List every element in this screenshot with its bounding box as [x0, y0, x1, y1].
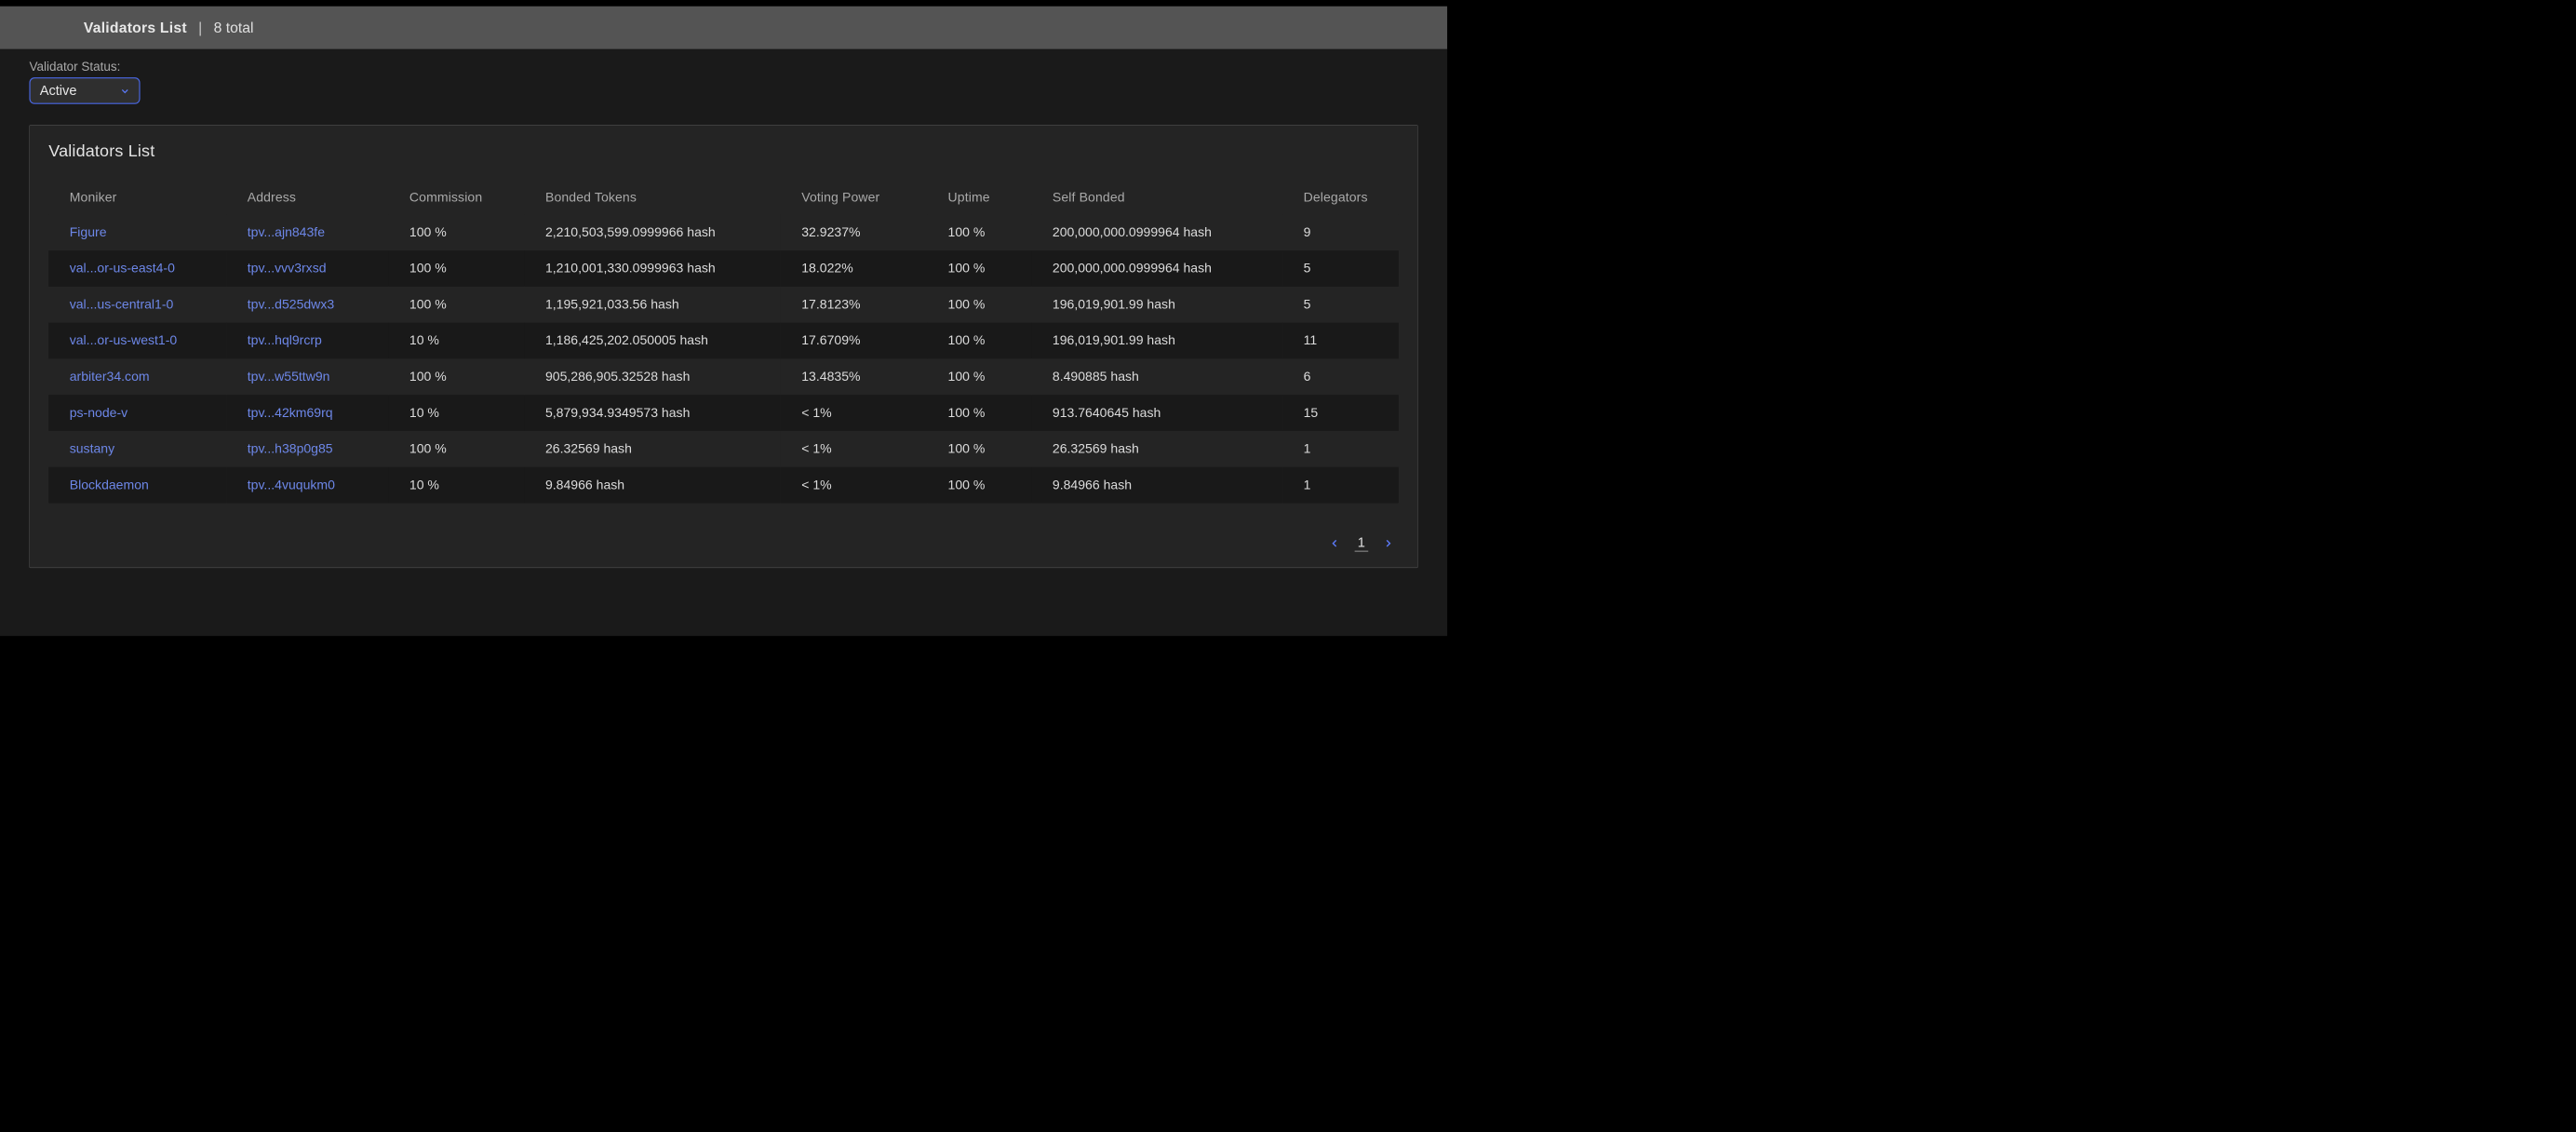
cell-delegators: 1: [1282, 467, 1399, 504]
cell-bonded: 905,286,905.32528 hash: [524, 358, 780, 395]
cell-delegators: 9: [1282, 214, 1399, 250]
moniker-link[interactable]: arbiter34.com: [48, 358, 226, 395]
col-voting[interactable]: Voting Power: [781, 181, 927, 215]
chevron-down-icon: [120, 86, 129, 95]
cell-uptime: 100 %: [927, 250, 1031, 287]
page-next-icon[interactable]: [1383, 538, 1393, 548]
cell-uptime: 100 %: [927, 358, 1031, 395]
col-bonded[interactable]: Bonded Tokens: [524, 181, 780, 215]
cell-uptime: 100 %: [927, 467, 1031, 504]
header-title: Validators List: [84, 20, 187, 36]
cell-voting: 13.4835%: [781, 358, 927, 395]
cell-voting: 17.8123%: [781, 287, 927, 323]
validators-panel: Validators List Moniker Address Commissi…: [29, 125, 1417, 568]
moniker-link[interactable]: val...or-us-west1-0: [48, 323, 226, 359]
cell-commission: 100 %: [388, 431, 524, 467]
col-self[interactable]: Self Bonded: [1031, 181, 1282, 215]
panel-title: Validators List: [48, 142, 1399, 161]
table-row: sustanytpv...h38p0g85100 %26.32569 hash<…: [48, 431, 1399, 467]
address-link[interactable]: tpv...ajn843fe: [226, 214, 388, 250]
cell-self: 196,019,901.99 hash: [1031, 323, 1282, 359]
table-row: arbiter34.comtpv...w55ttw9n100 %905,286,…: [48, 358, 1399, 395]
cell-voting: < 1%: [781, 467, 927, 504]
header-separator: |: [198, 20, 202, 36]
cell-voting: 17.6709%: [781, 323, 927, 359]
cell-bonded: 5,879,934.9349573 hash: [524, 395, 780, 431]
header-count: 8 total: [214, 20, 254, 36]
cell-self: 9.84966 hash: [1031, 467, 1282, 504]
cell-uptime: 100 %: [927, 431, 1031, 467]
cell-delegators: 6: [1282, 358, 1399, 395]
address-link[interactable]: tpv...w55ttw9n: [226, 358, 388, 395]
col-uptime[interactable]: Uptime: [927, 181, 1031, 215]
validators-table: Moniker Address Commission Bonded Tokens…: [48, 181, 1399, 504]
page-header: Validators List | 8 total: [0, 7, 1447, 49]
cell-self: 200,000,000.0999964 hash: [1031, 214, 1282, 250]
cell-commission: 100 %: [388, 287, 524, 323]
cell-delegators: 5: [1282, 250, 1399, 287]
table-row: val...or-us-east4-0tpv...vvv3rxsd100 %1,…: [48, 250, 1399, 287]
cell-bonded: 1,186,425,202.050005 hash: [524, 323, 780, 359]
cell-self: 200,000,000.0999964 hash: [1031, 250, 1282, 287]
cell-commission: 10 %: [388, 467, 524, 504]
cell-delegators: 5: [1282, 287, 1399, 323]
cell-self: 8.490885 hash: [1031, 358, 1282, 395]
table-row: val...us-central1-0tpv...d525dwx3100 %1,…: [48, 287, 1399, 323]
status-select-value: Active: [40, 83, 77, 99]
cell-bonded: 26.32569 hash: [524, 431, 780, 467]
table-row: Blockdaemontpv...4vuqukm010 %9.84966 has…: [48, 467, 1399, 504]
cell-commission: 10 %: [388, 395, 524, 431]
col-commission[interactable]: Commission: [388, 181, 524, 215]
moniker-link[interactable]: Figure: [48, 214, 226, 250]
cell-uptime: 100 %: [927, 287, 1031, 323]
cell-uptime: 100 %: [927, 214, 1031, 250]
page-number[interactable]: 1: [1354, 534, 1368, 552]
cell-bonded: 1,210,001,330.0999963 hash: [524, 250, 780, 287]
address-link[interactable]: tpv...4vuqukm0: [226, 467, 388, 504]
moniker-link[interactable]: Blockdaemon: [48, 467, 226, 504]
moniker-link[interactable]: val...or-us-east4-0: [48, 250, 226, 287]
cell-bonded: 1,195,921,033.56 hash: [524, 287, 780, 323]
table-row: ps-node-vtpv...42km69rq10 %5,879,934.934…: [48, 395, 1399, 431]
page-prev-icon[interactable]: [1329, 538, 1339, 548]
table-row: Figuretpv...ajn843fe100 %2,210,503,599.0…: [48, 214, 1399, 250]
filter-label: Validator Status:: [29, 60, 1417, 74]
cell-self: 26.32569 hash: [1031, 431, 1282, 467]
col-moniker[interactable]: Moniker: [48, 181, 226, 215]
cell-delegators: 1: [1282, 431, 1399, 467]
pager: 1: [48, 534, 1399, 552]
cell-commission: 10 %: [388, 323, 524, 359]
address-link[interactable]: tpv...hql9rcrp: [226, 323, 388, 359]
address-link[interactable]: tpv...d525dwx3: [226, 287, 388, 323]
moniker-link[interactable]: sustany: [48, 431, 226, 467]
cell-commission: 100 %: [388, 214, 524, 250]
cell-uptime: 100 %: [927, 323, 1031, 359]
cell-uptime: 100 %: [927, 395, 1031, 431]
cell-self: 913.7640645 hash: [1031, 395, 1282, 431]
col-delegators[interactable]: Delegators: [1282, 181, 1399, 215]
cell-commission: 100 %: [388, 358, 524, 395]
cell-voting: 32.9237%: [781, 214, 927, 250]
address-link[interactable]: tpv...vvv3rxsd: [226, 250, 388, 287]
cell-voting: 18.022%: [781, 250, 927, 287]
cell-bonded: 2,210,503,599.0999966 hash: [524, 214, 780, 250]
address-link[interactable]: tpv...42km69rq: [226, 395, 388, 431]
cell-self: 196,019,901.99 hash: [1031, 287, 1282, 323]
cell-voting: < 1%: [781, 431, 927, 467]
table-row: val...or-us-west1-0tpv...hql9rcrp10 %1,1…: [48, 323, 1399, 359]
cell-voting: < 1%: [781, 395, 927, 431]
moniker-link[interactable]: ps-node-v: [48, 395, 226, 431]
cell-delegators: 11: [1282, 323, 1399, 359]
cell-bonded: 9.84966 hash: [524, 467, 780, 504]
col-address[interactable]: Address: [226, 181, 388, 215]
cell-commission: 100 %: [388, 250, 524, 287]
status-select[interactable]: Active: [29, 77, 140, 104]
moniker-link[interactable]: val...us-central1-0: [48, 287, 226, 323]
cell-delegators: 15: [1282, 395, 1399, 431]
address-link[interactable]: tpv...h38p0g85: [226, 431, 388, 467]
